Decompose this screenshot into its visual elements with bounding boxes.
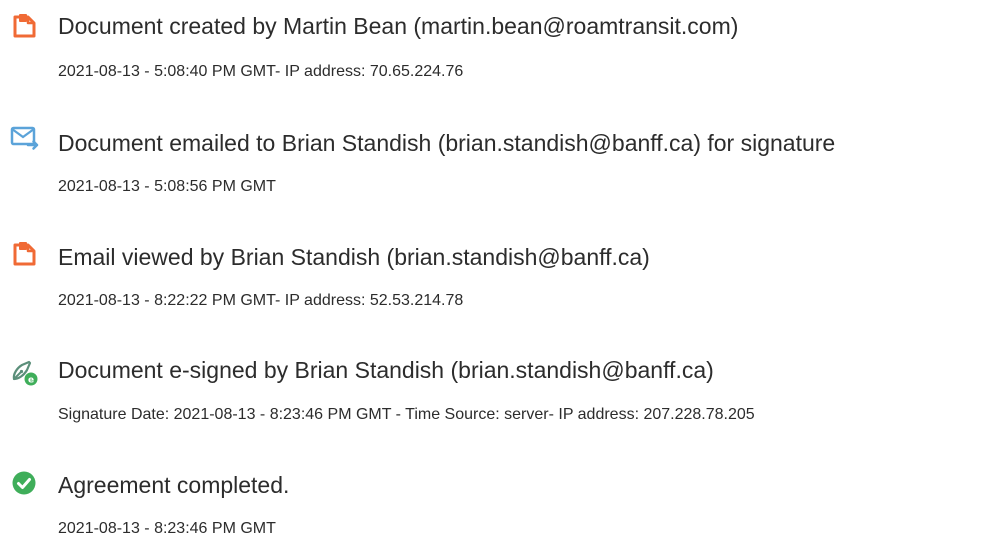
document-orange-icon: [10, 12, 38, 40]
esign-pen-icon: e: [10, 357, 38, 386]
check-circle-icon: [10, 470, 38, 498]
event-detail: 2021-08-13 - 5:08:40 PM GMT- IP address:…: [58, 63, 464, 80]
email-send-icon: [10, 124, 39, 152]
event-detail: 2021-08-13 - 8:22:22 PM GMT- IP address:…: [58, 292, 464, 309]
event-title: Document e-signed by Brian Standish (bri…: [58, 357, 714, 383]
document-orange-icon: [10, 240, 38, 268]
event-title: Document created by Martin Bean (martin.…: [58, 13, 739, 39]
event-detail: 2021-08-13 - 5:08:56 PM GMT: [58, 178, 276, 195]
event-detail: 2021-08-13 - 8:23:46 PM GMT: [58, 520, 276, 537]
event-title: Email viewed by Brian Standish (brian.st…: [58, 244, 650, 270]
event-title: Agreement completed.: [58, 472, 290, 498]
event-title: Document emailed to Brian Standish (bria…: [58, 130, 836, 156]
event-detail: Signature Date: 2021-08-13 - 8:23:46 PM …: [58, 406, 755, 423]
svg-text:e: e: [28, 376, 34, 386]
